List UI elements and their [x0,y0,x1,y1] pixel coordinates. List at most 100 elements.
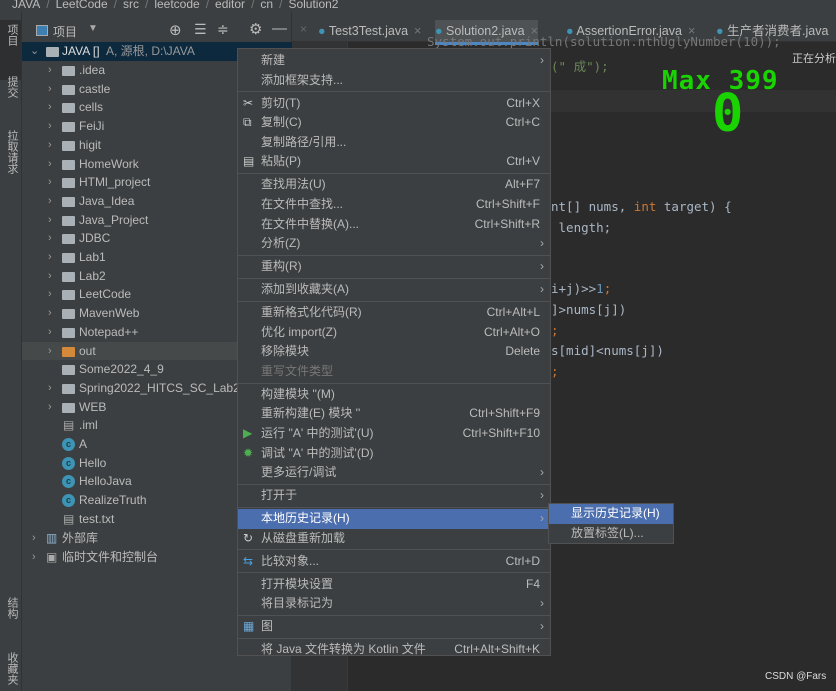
menu-item[interactable]: ⧉ 复制(C) Ctrl+C [238,113,550,133]
menu-item[interactable]: 优化 import(Z) Ctrl+Alt+O [238,323,550,343]
diagram-icon: ▦ [243,619,255,634]
menu-item[interactable]: ▶ 运行 ''A' 中的测试'(U) Ctrl+Shift+F10 [238,424,550,444]
java-class-icon: c [62,475,75,489]
menu-item[interactable]: 将目录标记为 › [238,594,550,614]
tool-pull-requests[interactable]: 拉取请求 [4,130,20,174]
expand-all-icon[interactable]: ☰ [194,21,207,38]
chevron-right-icon[interactable]: › [48,323,52,342]
menu-item[interactable]: 本地历史记录(H) › [238,509,550,529]
locate-icon[interactable]: ⊕ [169,21,182,39]
chevron-right-icon[interactable]: › [48,379,52,398]
menu-item[interactable]: 移除模块 Delete [238,342,550,362]
menu-item-put-label[interactable]: 放置标签(L)... [549,524,673,544]
menu-item-label: 构建模块 ''(M) [261,386,335,401]
menu-item-shortcut: Ctrl+Alt+O [483,324,540,339]
menu-item[interactable]: 重新格式化代码(R) Ctrl+Alt+L [238,303,550,323]
breadcrumb-item[interactable]: LeetCode [56,0,108,11]
folder-icon [62,140,75,151]
menu-separator [238,572,550,574]
minimize-icon[interactable]: — [272,20,287,37]
menu-item[interactable]: ▤ 粘贴(P) Ctrl+V [238,152,550,172]
menu-item[interactable]: ✂ 剪切(T) Ctrl+X [238,94,550,114]
collapse-all-icon[interactable]: ≑ [217,21,229,38]
chevron-right-icon[interactable]: › [48,304,52,323]
menu-item[interactable]: 打开于 › [238,486,550,506]
text-file-icon: ▤ [63,511,75,526]
menu-item-show-history[interactable]: 显示历史记录(H) [549,504,673,524]
menu-separator [238,91,550,93]
menu-item[interactable]: 添加到收藏夹(A) › [238,280,550,300]
chevron-right-icon[interactable]: › [48,248,52,267]
breadcrumb-item[interactable]: JAVA [12,0,40,11]
chevron-right-icon[interactable]: › [48,211,52,230]
menu-item[interactable]: 分析(Z) › [238,234,550,254]
menu-item[interactable]: 更多运行/调试 › [238,463,550,483]
breadcrumb-item[interactable]: leetcode [154,0,199,11]
chevron-right-icon[interactable]: › [48,285,52,304]
chevron-right-icon[interactable]: › [48,229,52,248]
menu-item[interactable]: 重写文件类型 [238,362,550,382]
menu-item[interactable]: 复制路径/引用... [238,133,550,153]
project-view-title[interactable]: 项目 [53,23,77,40]
menu-item[interactable]: 打开模块设置 F4 [238,575,550,595]
menu-item[interactable]: ✹ 调试 ''A' 中的测试'(D) [238,444,550,464]
chevron-right-icon[interactable]: › [32,529,36,548]
menu-item[interactable]: 重构(R) › [238,257,550,277]
menu-item-label: 打开于 [261,488,298,503]
breadcrumb-item[interactable]: Solution2 [288,0,338,11]
tree-item-label: HTMl_project [79,175,151,190]
chevron-right-icon[interactable]: › [48,155,52,174]
java-class-icon: c [62,494,75,508]
scratch-icon: ▣ [46,550,58,564]
chevron-right-icon[interactable]: › [48,192,52,211]
menu-item[interactable]: 新建 › [238,51,550,71]
menu-item[interactable]: 将 Java 文件转换为 Kotlin 文件 Ctrl+Alt+Shift+K [238,640,550,660]
close-icon[interactable]: × [414,24,421,38]
menu-item-label: 本地历史记录(H) [261,511,350,526]
tree-item-label: Notepad++ [79,324,139,339]
chevron-right-icon[interactable]: › [48,398,52,417]
menu-item-label: 重新格式化代码(R) [261,305,362,319]
chevron-right-icon[interactable]: › [48,267,52,286]
menu-item[interactable]: 在文件中查找... Ctrl+Shift+F [238,195,550,215]
chevron-down-icon[interactable]: ▼ [88,23,98,34]
menu-item[interactable]: 查找用法(U) Alt+F7 [238,175,550,195]
menu-item-shortcut: Ctrl+X [506,95,540,110]
chevron-right-icon[interactable]: › [48,80,52,99]
tool-project[interactable]: 项目 [4,24,20,46]
folder-icon [62,178,75,189]
chevron-down-icon[interactable]: ⌄ [30,42,39,61]
breadcrumb-item[interactable]: cn [260,0,273,11]
gear-icon[interactable]: ⚙ [249,20,262,38]
menu-item[interactable]: 添加框架支持... [238,71,550,91]
breadcrumb-item[interactable]: src [123,0,139,11]
folder-icon [62,346,75,357]
menu-item-shortcut: Ctrl+Shift+F [475,196,540,211]
tree-item-label: HomeWork [79,156,139,171]
watermark: CSDN @Fars [765,671,827,682]
chevron-right-icon[interactable]: › [48,342,52,361]
chevron-right-icon[interactable]: › [48,117,52,136]
menu-item[interactable]: 构建模块 ''(M) [238,385,550,405]
menu-item[interactable]: ↻ 从磁盘重新加载 [238,529,550,549]
menu-item-label: 添加框架支持... [261,72,344,87]
menu-item[interactable]: 在文件中替换(A)... Ctrl+Shift+R [238,215,550,235]
menu-item-shortcut: Ctrl+Alt+L [486,305,540,319]
menu-item[interactable]: 重新构建(E) 模块 '' Ctrl+Shift+F9 [238,404,550,424]
chevron-right-icon[interactable]: › [48,173,52,192]
code-line: nt[] nums, int target) { [551,199,732,214]
menu-item[interactable]: ⇆ 比较对象... Ctrl+D [238,552,550,572]
chevron-right-icon[interactable]: › [48,98,52,117]
folder-icon [62,383,75,394]
close-icon[interactable]: × [300,22,307,36]
root-detail: A, 源根, D:\JAVA [106,44,195,58]
chevron-right-icon[interactable]: › [32,548,36,567]
tool-favorites[interactable]: 收藏夹 [4,652,20,685]
breadcrumb-item[interactable]: editor [215,0,245,11]
tool-structure[interactable]: 结构 [4,597,20,619]
chevron-right-icon[interactable]: › [48,136,52,155]
tool-commit[interactable]: 提交 [4,76,20,98]
tab-test3test[interactable]: ● Test3Test.java × [318,20,421,42]
menu-item[interactable]: ▦ 图 › [238,617,550,637]
chevron-right-icon[interactable]: › [48,61,52,80]
